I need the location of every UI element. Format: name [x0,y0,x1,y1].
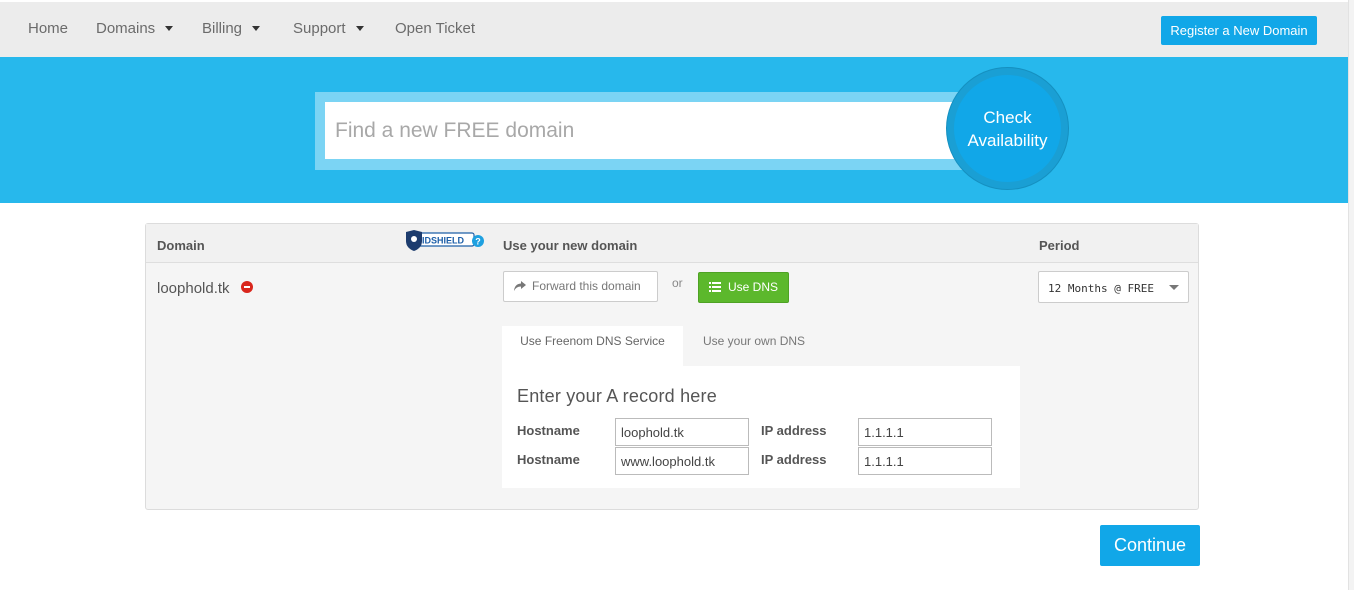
ip-address-field[interactable] [858,418,992,446]
nav-domains[interactable]: Domains [96,20,174,37]
scrollbar-track[interactable] [1348,0,1354,590]
ip-address-label: IP address [761,423,827,438]
nav-open-ticket[interactable]: Open Ticket [395,20,475,37]
a-record-title: Enter your A record here [517,386,717,406]
idshield-logo-icon[interactable]: IDSHIELD ? [404,230,484,252]
period-select[interactable]: 12 Months @ FREE [1038,271,1189,303]
a-record-form: Enter your A record here Hostname IP add… [502,366,1020,488]
caret-down-icon [252,25,261,31]
caret-down-icon [1169,285,1179,290]
check-availability-button[interactable]: Check Availability [954,75,1061,182]
remove-domain-icon[interactable] [241,281,253,293]
continue-button[interactable]: Continue [1100,525,1200,566]
ip-address-label: IP address [761,452,827,467]
dns-tab-bar: Use Freenom DNS Service Use your own DNS [502,313,1020,366]
header-use-new-domain: Use your new domain [503,238,638,253]
header-domain: Domain [157,238,205,253]
register-new-domain-button[interactable]: Register a New Domain [1161,16,1317,45]
use-dns-button[interactable]: Use DNS [698,272,789,303]
top-navigation: Home Domains Billing Support Open Ticket… [0,0,1348,57]
domain-search-input[interactable] [325,102,965,159]
nav-support[interactable]: Support [293,20,364,37]
hero-search-section: Check Availability [0,57,1348,203]
header-period: Period [1039,238,1080,253]
caret-down-icon [355,25,364,31]
share-arrow-icon [514,281,526,291]
caret-down-icon [165,25,174,31]
nav-home[interactable]: Home [28,20,68,37]
tab-own-dns[interactable]: Use your own DNS [703,326,805,366]
svg-text:?: ? [475,237,481,247]
or-separator: or [672,276,683,290]
domain-name: loophold.tk [157,280,230,297]
table-header: Domain IDSHIELD ? Use your new domain Pe… [146,224,1198,263]
check-availability-ring: Check Availability [947,68,1068,189]
domain-config-panel: Domain IDSHIELD ? Use your new domain Pe… [145,223,1199,510]
svg-text:IDSHIELD: IDSHIELD [422,236,465,246]
forward-domain-button[interactable]: Forward this domain [503,271,658,302]
search-frame [315,92,1005,170]
list-icon [709,282,721,292]
tab-freenom-dns[interactable]: Use Freenom DNS Service [502,326,683,366]
hostname-field[interactable] [615,418,749,446]
nav-billing[interactable]: Billing [202,20,261,37]
hostname-label: Hostname [517,423,580,438]
hostname-field[interactable] [615,447,749,475]
ip-address-field[interactable] [858,447,992,475]
hostname-label: Hostname [517,452,580,467]
